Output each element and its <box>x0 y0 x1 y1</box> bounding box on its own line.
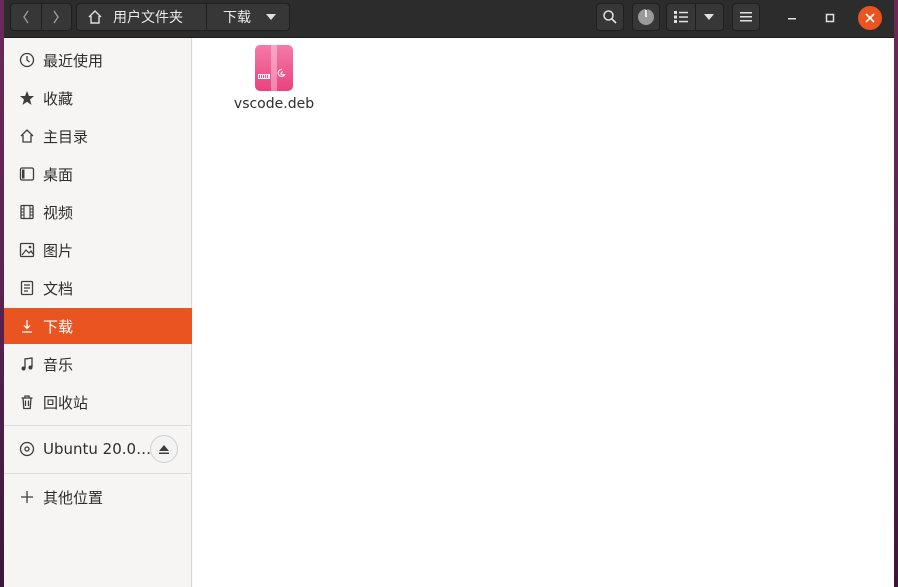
file-item[interactable]: vscode.deb <box>229 44 319 112</box>
eject-icon <box>159 445 169 454</box>
download-icon <box>21 320 32 333</box>
sidebar-item-label: 桌面 <box>43 165 74 184</box>
sidebar-item-label: 音乐 <box>43 355 74 374</box>
sidebar-item-label: 其他位置 <box>43 488 104 507</box>
sidebar-item-recent[interactable]: 最近使用 <box>4 42 192 78</box>
file-view: vscode.deb <box>193 38 894 587</box>
sidebar: 最近使用 收藏 主目录 桌面 视频 图片 文档 下载 音乐 回收站 Ubuntu… <box>4 38 192 587</box>
search-button[interactable] <box>596 3 624 31</box>
sidebar-item-label: Ubuntu 20.0… <box>43 440 152 458</box>
sidebar-item-trash[interactable]: 回收站 <box>4 384 192 420</box>
search-icon <box>603 10 617 24</box>
film-icon <box>19 204 34 220</box>
progress-pie-icon <box>638 9 654 25</box>
file-manager-window: 用户文件夹 下载 最近使用 收藏 主目录 桌面 视频 图片 文档 下载 音乐 回… <box>4 0 894 587</box>
sidebar-item-label: 收藏 <box>43 89 74 108</box>
chevron-down-icon <box>266 14 276 20</box>
sidebar-item-label: 文档 <box>43 279 74 298</box>
plus-icon <box>20 491 33 503</box>
sidebar-item-label: 回收站 <box>43 393 89 412</box>
path-current-label: 下载 <box>223 10 251 26</box>
minimize-icon <box>788 18 796 20</box>
chevron-right-icon <box>53 10 60 24</box>
sidebar-item-label: 主目录 <box>43 127 89 146</box>
hamburger-menu-icon <box>740 12 752 22</box>
sidebar-item-pictures[interactable]: 图片 <box>4 232 192 268</box>
operations-button[interactable] <box>632 3 660 31</box>
maximize-icon <box>825 13 835 23</box>
chevron-down-icon <box>704 14 715 20</box>
list-view-icon <box>673 11 688 23</box>
maximize-button[interactable] <box>818 6 842 30</box>
sidebar-item-label: 最近使用 <box>43 51 104 70</box>
sidebar-item-music[interactable]: 音乐 <box>4 346 192 382</box>
sidebar-separator <box>4 473 192 474</box>
list-view-button[interactable] <box>667 4 695 30</box>
sidebar-item-label: 图片 <box>43 241 74 260</box>
image-icon <box>19 242 34 258</box>
trash-icon <box>21 395 32 410</box>
document-icon <box>20 280 33 296</box>
path-home-button[interactable]: 用户文件夹 <box>77 4 206 30</box>
view-options-group <box>666 3 724 31</box>
sidebar-item-label: 下载 <box>43 317 74 336</box>
desktop-icon <box>19 167 34 181</box>
star-icon <box>19 91 34 105</box>
back-button[interactable] <box>11 4 41 30</box>
minimize-button[interactable] <box>780 6 804 30</box>
path-home-label: 用户文件夹 <box>113 10 183 26</box>
sidebar-item-label: 视频 <box>43 203 74 222</box>
path-current-button[interactable]: 下载 <box>206 4 289 30</box>
disc-icon <box>19 441 34 457</box>
sidebar-item-videos[interactable]: 视频 <box>4 194 192 230</box>
eject-button[interactable] <box>150 435 178 463</box>
sidebar-item-home[interactable]: 主目录 <box>4 118 192 154</box>
close-button[interactable] <box>858 6 882 30</box>
music-icon <box>21 357 33 371</box>
sidebar-item-documents[interactable]: 文档 <box>4 270 192 306</box>
file-name: vscode.deb <box>233 96 315 112</box>
sidebar-item-starred[interactable]: 收藏 <box>4 80 192 116</box>
navigation-buttons <box>10 3 72 31</box>
close-icon <box>865 13 875 23</box>
sidebar-item-other-locations[interactable]: 其他位置 <box>4 479 192 515</box>
sidebar-item-downloads[interactable]: 下载 <box>4 308 192 344</box>
home-icon <box>20 129 33 143</box>
main-menu-button[interactable] <box>732 3 760 31</box>
sidebar-item-desktop[interactable]: 桌面 <box>4 156 192 192</box>
chevron-left-icon <box>22 10 29 24</box>
view-menu-button[interactable] <box>694 4 724 30</box>
header-bar: 用户文件夹 下载 <box>4 0 894 38</box>
home-icon <box>88 10 102 24</box>
clock-icon <box>19 52 34 68</box>
forward-button[interactable] <box>40 4 72 30</box>
deb-package-icon <box>255 45 293 91</box>
sidebar-separator <box>4 425 192 426</box>
path-bar: 用户文件夹 下载 <box>76 3 290 31</box>
